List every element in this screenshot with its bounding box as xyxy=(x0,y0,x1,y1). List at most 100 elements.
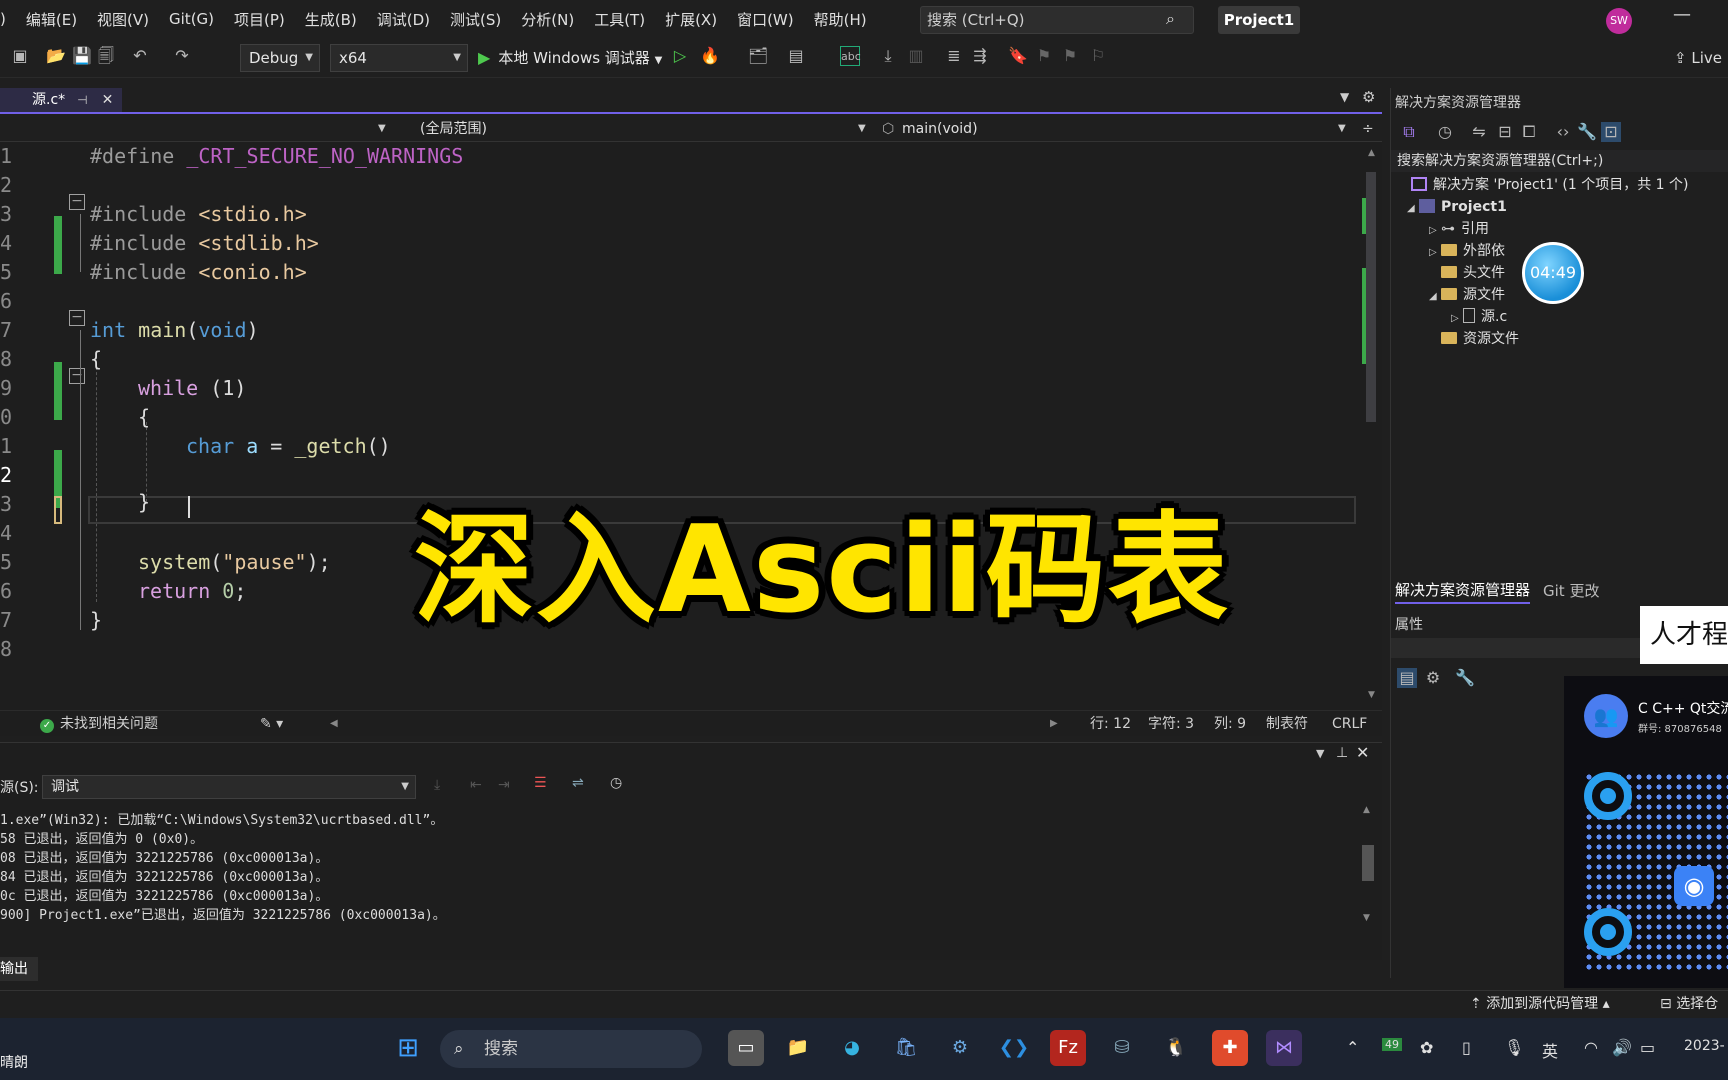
taskbar-search[interactable]: ⌕ 搜索 xyxy=(440,1030,702,1068)
ime-indicator[interactable]: 英 xyxy=(1542,1038,1558,1062)
filezilla-icon[interactable]: Fz xyxy=(1050,1030,1086,1066)
avatar[interactable]: SW xyxy=(1606,8,1632,34)
platform-select[interactable]: x64 ▼ xyxy=(330,44,468,72)
spellcheck-icon[interactable]: abc xyxy=(840,46,861,66)
scroll-thumb[interactable] xyxy=(1362,845,1374,881)
clock-icon[interactable]: ◷ xyxy=(610,775,622,791)
usb-icon[interactable]: ▯ xyxy=(1462,1038,1471,1057)
weather-widget[interactable]: 晴朗 xyxy=(0,1052,28,1072)
collapse-icon[interactable]: − xyxy=(69,194,85,210)
tab-source-c[interactable]: 源.c* ⊣ ✕ xyxy=(0,88,122,112)
tree-solution[interactable]: 解决方案 'Project1' (1 个项目，共 1 个) xyxy=(1411,174,1689,196)
close-icon[interactable]: ✕ xyxy=(102,92,114,108)
tree-references[interactable]: ▷ ⊶ 引用 xyxy=(1429,218,1489,242)
sync-icon[interactable]: ⇋ xyxy=(1469,122,1489,142)
pending-changes-icon[interactable]: ◷ xyxy=(1435,122,1455,142)
search-input[interactable]: 搜索 (Ctrl+Q) xyxy=(920,6,1194,34)
project-name-badge[interactable]: Project1 xyxy=(1218,6,1300,34)
collapsed-arrow-icon[interactable]: ▷ xyxy=(1451,308,1463,330)
menu-analyze[interactable]: 分析(N) xyxy=(511,9,584,30)
collapsed-arrow-icon[interactable]: ▷ xyxy=(1429,242,1441,264)
clear-all-icon[interactable]: ☰ xyxy=(534,775,547,791)
config-select[interactable]: Debug ▼ xyxy=(240,44,320,72)
collapse-icon[interactable]: − xyxy=(69,368,85,384)
col-indicator[interactable]: 列: 9 xyxy=(1214,714,1246,734)
run-without-debug-icon[interactable]: ▷ xyxy=(670,46,690,66)
issues-indicator[interactable]: ✓ 未找到相关问题 xyxy=(40,714,158,734)
step-over-icon[interactable]: ▥ xyxy=(906,46,926,66)
scroll-thumb[interactable] xyxy=(1366,172,1376,422)
split-icon[interactable]: ÷ xyxy=(1362,118,1374,140)
code-view-icon[interactable]: ‹› xyxy=(1553,122,1573,142)
scroll-down-icon[interactable]: ▼ xyxy=(1368,690,1375,700)
properties-wrench-icon[interactable]: 🔧 xyxy=(1577,122,1597,142)
scroll-down-icon[interactable]: ▼ xyxy=(1363,913,1370,923)
search-icon[interactable]: ⌕ xyxy=(1166,9,1186,29)
next-bookmark-icon[interactable]: ⚑ xyxy=(1060,46,1080,66)
chevron-down-icon[interactable]: ▼ xyxy=(1338,118,1346,140)
edge-icon[interactable]: ◕ xyxy=(834,1030,870,1066)
scroll-left-icon[interactable]: ◀ xyxy=(330,714,338,734)
tree-source-files[interactable]: ◢ 源文件 xyxy=(1429,284,1505,308)
menu-edit[interactable]: 编辑(E) xyxy=(16,9,87,30)
property-pages-icon[interactable]: ⚙ xyxy=(1423,668,1443,688)
scroll-up-icon[interactable]: ▲ xyxy=(1368,148,1375,158)
tree-header-files[interactable]: 头文件 xyxy=(1441,262,1505,284)
show-all-files-icon[interactable]: ⧠ xyxy=(1519,122,1539,142)
bookmark-icon[interactable]: 🔖 xyxy=(1008,46,1028,66)
tray-badge[interactable]: 49 xyxy=(1382,1038,1402,1051)
collapsed-arrow-icon[interactable]: ▷ xyxy=(1429,220,1441,242)
switch-view-icon[interactable]: ⧉ xyxy=(1399,122,1419,142)
pin-icon[interactable]: ⊣ xyxy=(77,93,87,107)
clear-bookmark-icon[interactable]: ⚐ xyxy=(1088,46,1108,66)
start-debugging-button[interactable]: ▶ 本地 Windows 调试器 ▼ xyxy=(478,44,662,72)
tree-external-deps[interactable]: ▷ 外部依 xyxy=(1429,240,1505,264)
store-icon[interactable]: 🛍 xyxy=(888,1030,924,1066)
gear-icon[interactable]: ⚙ xyxy=(1362,88,1375,106)
menu-git[interactable]: Git(G) xyxy=(159,10,224,28)
tray-overflow-icon[interactable]: ⌃ xyxy=(1346,1038,1359,1057)
settings-gear-icon[interactable]: ⚙ xyxy=(942,1030,978,1066)
tab-overflow-icon[interactable]: ▼ xyxy=(1340,90,1349,104)
menu-view[interactable]: 视图(V) xyxy=(87,9,159,30)
undo-icon[interactable]: ↶ xyxy=(130,46,150,66)
menu-debug[interactable]: 调试(D) xyxy=(367,9,440,30)
add-to-source-control-button[interactable]: ⇡ 添加到源代码管理 ▴ xyxy=(1470,993,1610,1015)
function-dropdown[interactable]: main(void) xyxy=(902,118,978,140)
tray-app-icon[interactable]: ✿ xyxy=(1420,1038,1433,1057)
prev-message-icon[interactable]: ⇤ xyxy=(470,777,482,793)
save-icon[interactable]: 💾 xyxy=(72,46,92,66)
expanded-arrow-icon[interactable]: ◢ xyxy=(1407,198,1419,220)
vscode-icon[interactable]: ❮❯ xyxy=(996,1030,1032,1066)
preview-icon[interactable]: ⊡ xyxy=(1601,122,1621,142)
output-scrollbar[interactable]: ▲ ▼ xyxy=(1360,805,1376,925)
hot-reload-icon[interactable]: 🔥 xyxy=(700,46,720,66)
menu-window[interactable]: 窗口(W) xyxy=(727,9,804,30)
categorized-icon[interactable]: ▤ xyxy=(1397,668,1417,688)
eol-indicator[interactable]: CRLF xyxy=(1332,714,1367,734)
expanded-arrow-icon[interactable]: ◢ xyxy=(1429,286,1441,308)
line-indicator[interactable]: 行: 12 xyxy=(1090,714,1131,734)
menu-project[interactable]: 项目(P) xyxy=(224,9,295,30)
qq-icon[interactable]: 🐧 xyxy=(1158,1030,1194,1066)
wrench-icon[interactable]: 🔧 xyxy=(1455,668,1475,688)
redo-icon[interactable]: ↷ xyxy=(172,46,192,66)
menu-file[interactable]: ) xyxy=(0,10,16,28)
find-message-icon[interactable]: ⤓ xyxy=(434,777,440,793)
minimize-button[interactable]: — xyxy=(1670,4,1694,32)
word-wrap-icon[interactable]: ⇌ xyxy=(572,775,584,791)
collapse-all-icon[interactable]: ⊟ xyxy=(1495,122,1515,142)
tab-output[interactable]: 输出 xyxy=(0,957,38,981)
menu-tools[interactable]: 工具(T) xyxy=(584,9,655,30)
pin-icon[interactable]: ⊥ xyxy=(1336,745,1348,761)
save-all-icon[interactable]: 🗐 xyxy=(96,46,116,66)
comment-icon[interactable]: ⇶ xyxy=(970,46,990,66)
menu-build[interactable]: 生成(B) xyxy=(295,9,367,30)
prev-bookmark-icon[interactable]: ⚑ xyxy=(1034,46,1054,66)
tabs-indicator[interactable]: 制表符 xyxy=(1266,714,1308,734)
tab-solution-explorer[interactable]: 解决方案资源管理器 xyxy=(1395,578,1531,604)
tab-git-changes[interactable]: Git 更改 xyxy=(1543,578,1599,604)
menu-extensions[interactable]: 扩展(X) xyxy=(655,9,727,30)
editor-scrollbar[interactable]: ▲ ▼ xyxy=(1362,142,1382,710)
solution-search-input[interactable]: 搜索解决方案资源管理器(Ctrl+;) xyxy=(1391,150,1728,172)
